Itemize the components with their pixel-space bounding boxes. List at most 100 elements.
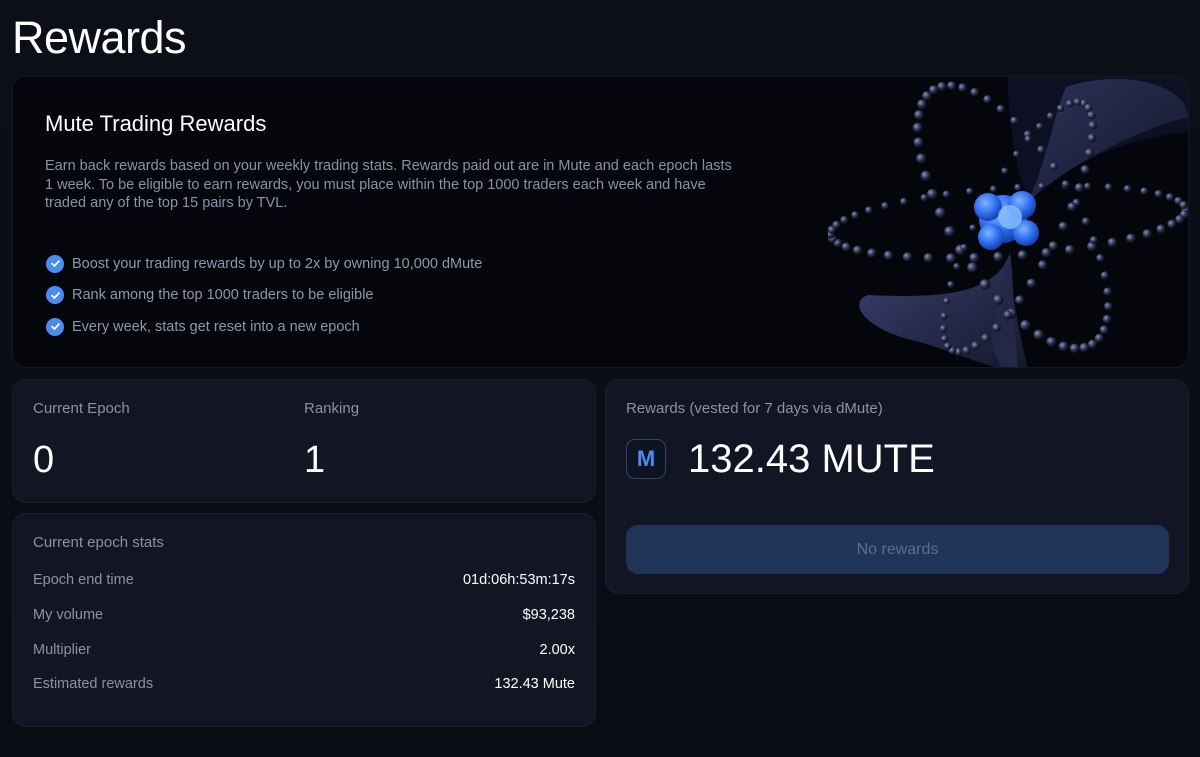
benefit-item: Every week, stats get reset into a new e… [46,311,482,343]
mute-logo-icon: M [626,439,666,479]
orbit-bead [851,211,859,219]
hero-description: Earn back rewards based on your weekly t… [45,158,732,211]
orbit-bead [1046,112,1055,120]
orbit-bead [960,243,968,251]
orbit-bead [1061,180,1070,189]
orbit-bead [979,279,991,290]
orbit-bead [913,137,924,148]
benefits-list: Boost your trading rewards by up to 2x b… [46,248,482,343]
orbit-bead [953,262,961,270]
stat-label: Estimated rewards [33,676,154,692]
orbit-bead [1175,214,1184,224]
hero-title: Mute Trading Rewards [45,111,267,136]
orbit-bead [1067,202,1077,212]
orbit-bead [1087,111,1096,120]
orbit-bead [1096,254,1105,263]
orbit-bead [1102,314,1112,324]
hero-banner: Mute Trading Rewards Earn back rewards b… [12,76,1189,368]
orbit-bead [983,95,992,104]
orbit-bead [993,251,1004,262]
orbit-bead [1104,183,1113,191]
orbit-bead [958,83,967,92]
orbit-bead [1126,233,1136,243]
orbit-bead [1073,98,1082,106]
orbit-bead [1165,193,1174,202]
orbit-bead [881,201,889,210]
orbit-bead [883,250,894,260]
orbit-bead [1079,342,1089,353]
orbit-bead [1154,189,1163,198]
orbit-bead [1104,302,1113,311]
orbit-bead [926,188,938,200]
rewards-label: Rewards (vested for 7 days via dMute) [626,400,883,417]
orbit-bead [920,193,928,202]
orbit-bead [1100,271,1109,280]
benefit-text: Rank among the top 1000 traders to be el… [72,287,374,304]
orbit-bead [1010,116,1019,125]
orbit-bead [969,224,977,232]
orbit-bead [996,104,1005,113]
orbit-bead [1038,260,1048,270]
orbit-bead [917,99,927,109]
orbit-bead [1056,104,1065,113]
stat-value: 132.43 Mute [494,676,575,692]
orbit-bead [970,87,979,97]
stat-row-estimated-rewards: Estimated rewards 132.43 Mute [33,674,575,694]
orbit-bead [943,297,951,305]
orbit-bead [1084,103,1093,112]
orbit-bead [1069,343,1080,354]
orbit-bead [1064,245,1075,255]
orbit-bead [1033,329,1044,340]
epoch-stats-title: Current epoch stats [33,534,164,551]
orbit-bead [981,333,990,343]
ranking-value: 1 [304,439,326,481]
orbit-bead [1142,229,1152,239]
current-epoch-value: 0 [33,439,55,481]
benefit-item: Rank among the top 1000 traders to be el… [46,280,482,312]
orbit-bead [992,294,1004,305]
orbit-bead [947,81,956,91]
orbit-bead [914,110,924,120]
stat-row-my-volume: My volume $93,238 [33,605,575,625]
orbit-illustration [828,77,1188,367]
epoch-ranking-card: Current Epoch 0 Ranking 1 [12,379,596,503]
orbit-bead [1041,247,1052,258]
rewards-card: Rewards (vested for 7 days via dMute) M … [605,379,1189,594]
orbit-bead [852,245,863,255]
orbit-bead [912,122,923,133]
orbit-bead [1123,184,1132,193]
orbit-bead [934,207,946,218]
orbit-bead [1012,150,1020,158]
orbit-bead [1003,310,1013,320]
orbit-bead [967,262,978,273]
orbit-bead [928,85,939,95]
claim-rewards-button[interactable]: No rewards [626,525,1169,574]
orbit-bead [840,215,849,224]
orbit-bead [1088,121,1097,130]
orbit-bead [1065,99,1074,108]
stat-row-epoch-end-time: Epoch end time 01d:06h:53m:17s [33,570,575,590]
orbit-bead [939,324,948,333]
benefit-text: Boost your trading rewards by up to 2x b… [72,255,483,272]
orbit-bead [940,334,949,343]
orbit-bead [1015,295,1025,305]
epoch-stats-card: Current epoch stats Epoch end time 01d:0… [12,513,596,727]
orbit-bead [1103,287,1112,296]
orbit-bead [1140,187,1148,195]
orbit-bead [1001,167,1009,175]
check-circle-icon [46,254,64,273]
orbit-bead [916,153,927,164]
benefit-text: Every week, stats get reset into a new e… [72,318,360,335]
benefit-item: Boost your trading rewards by up to 2x b… [46,248,482,280]
stat-label: Multiplier [33,642,92,658]
current-epoch-label: Current Epoch [33,400,130,417]
orbit-bead [1049,162,1058,171]
orbit-bead [1179,200,1188,210]
orbit-bead [832,220,841,229]
orbit-bead [1080,165,1090,174]
orbit-bead [902,252,913,262]
orbit-bead [962,346,971,355]
ranking-label: Ranking [304,400,360,417]
orbit-bead [1089,236,1098,244]
orbit-bead [1167,219,1177,229]
